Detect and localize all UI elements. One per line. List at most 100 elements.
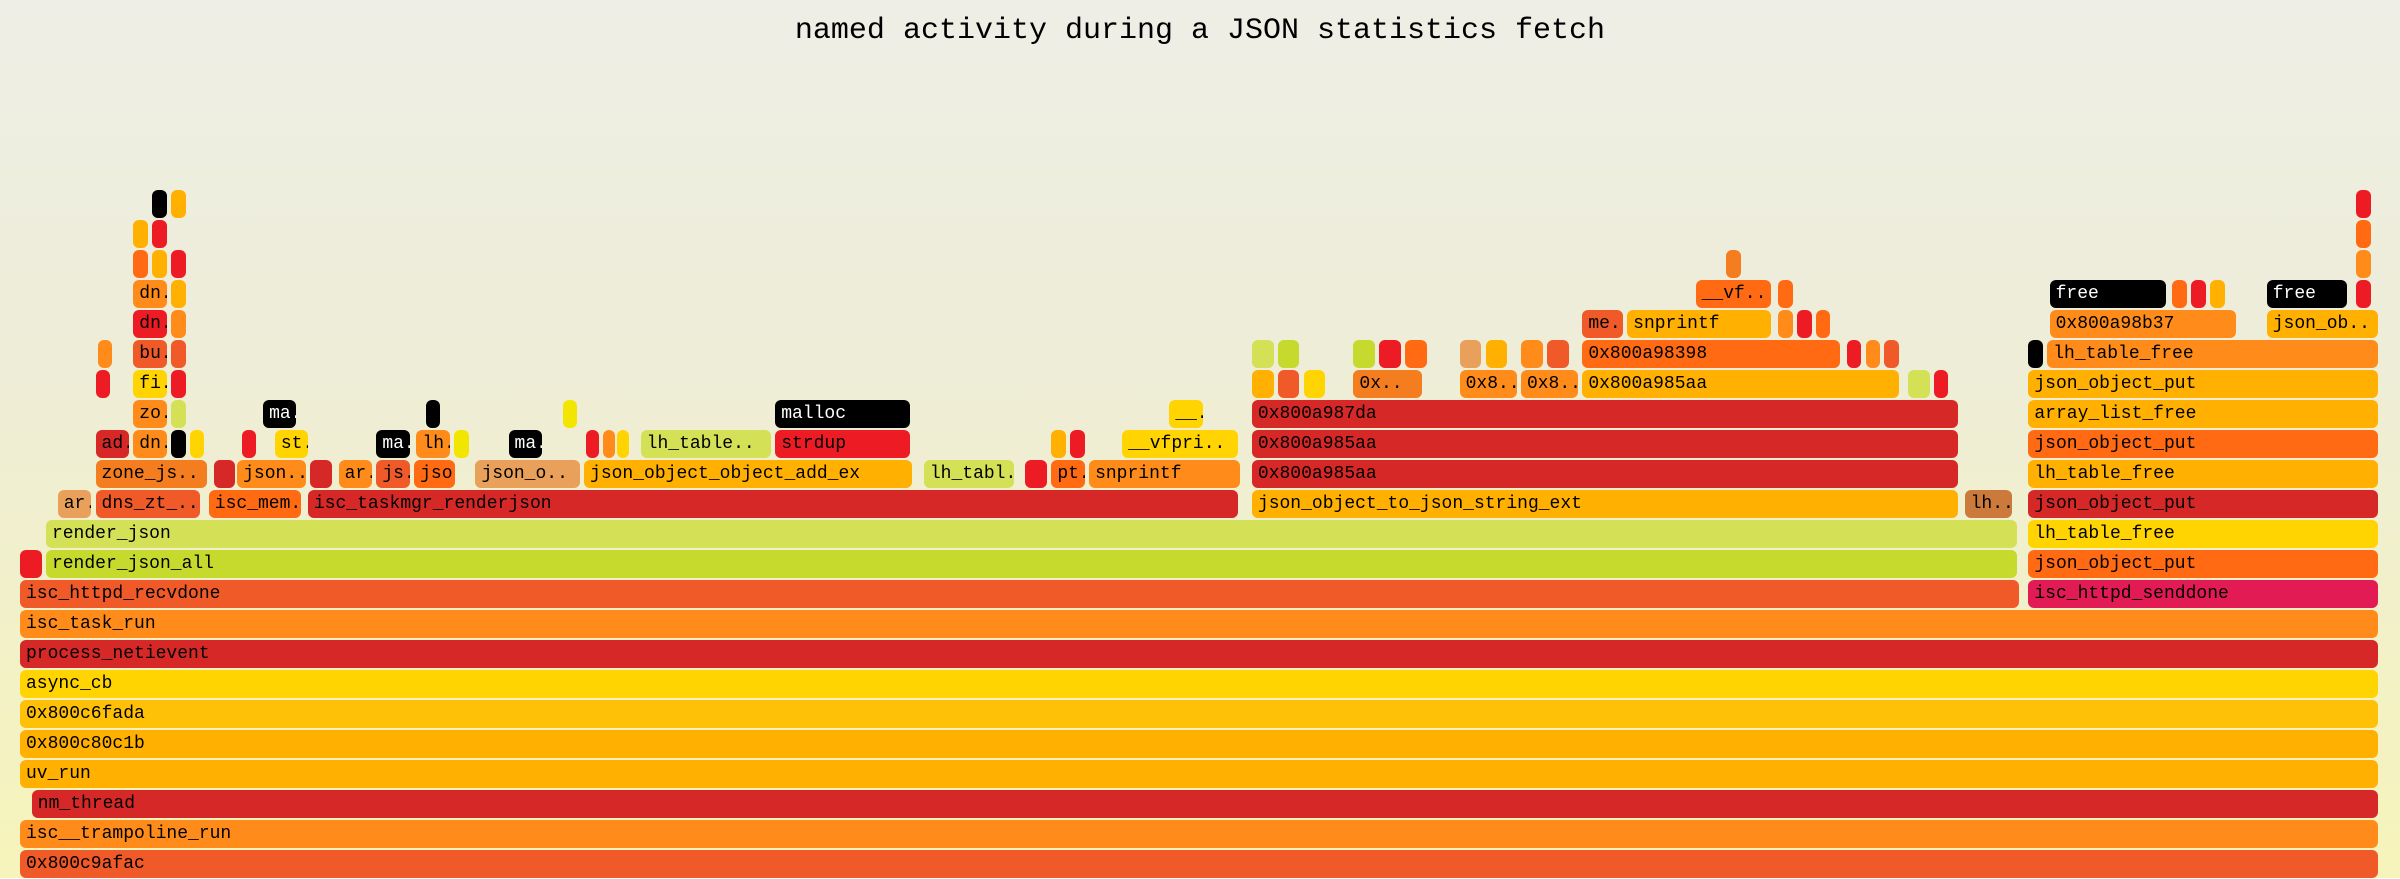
flame-frame[interactable] [2356,250,2371,278]
flame-frame[interactable] [1304,370,1326,398]
flame-frame[interactable] [96,370,111,398]
flame-frame[interactable] [1379,340,1401,368]
flame-frame[interactable]: nm_thread [32,790,2378,818]
flame-frame[interactable] [1278,370,1300,398]
flame-frame[interactable] [1460,340,1482,368]
flame-frame[interactable]: isc_task_run [20,610,2378,638]
flame-frame[interactable] [1797,310,1812,338]
flame-frame[interactable] [2356,220,2371,248]
flame-frame[interactable]: json.. [237,460,306,488]
flame-frame[interactable] [171,430,186,458]
flame-frame[interactable]: isc__trampoline_run [20,820,2378,848]
flame-frame[interactable]: lh_table_free [2028,520,2378,548]
flame-frame[interactable] [171,280,186,308]
flame-frame[interactable] [171,190,186,218]
flame-frame[interactable]: jso.. [414,460,454,488]
flame-frame[interactable] [1884,340,1899,368]
flame-frame[interactable]: st.. [275,430,308,458]
flame-frame[interactable] [2356,190,2371,218]
flame-frame[interactable]: 0x800c9afac [20,850,2378,878]
flame-frame[interactable] [1252,370,1274,398]
flame-frame[interactable]: 0x800c6fada [20,700,2378,728]
flame-frame[interactable] [1778,310,1793,338]
flame-frame[interactable]: me.. [1582,310,1622,338]
flame-frame[interactable] [133,220,148,248]
flame-frame[interactable] [214,460,236,488]
flame-frame[interactable] [133,250,148,278]
flame-frame[interactable]: pt.. [1051,460,1084,488]
flame-frame[interactable]: render_json_all [46,550,2017,578]
flame-frame[interactable]: ad.. [96,430,129,458]
flame-frame[interactable] [1025,460,1047,488]
flame-frame[interactable] [1847,340,1862,368]
flame-frame[interactable]: isc_taskmgr_renderjson [308,490,1238,518]
flame-frame[interactable] [2210,280,2225,308]
flame-frame[interactable]: dns_zt_.. [96,490,200,518]
flame-frame[interactable] [2028,340,2043,368]
flame-frame[interactable]: dn.. [133,310,166,338]
flame-frame[interactable]: dn.. [133,280,166,308]
flame-frame[interactable] [603,430,615,458]
flame-frame[interactable] [2191,280,2206,308]
flame-frame[interactable]: zone_js.. [96,460,207,488]
flame-frame[interactable] [98,340,113,368]
flame-frame[interactable]: 0x8.. [1521,370,1578,398]
flame-frame[interactable] [1547,340,1569,368]
flame-frame[interactable] [1051,430,1066,458]
flame-frame[interactable]: snprintf [1089,460,1240,488]
flame-frame[interactable]: 0x800a985aa [1252,460,1958,488]
flame-frame[interactable] [1908,370,1930,398]
flame-frame[interactable]: 0x800a98398 [1582,340,1840,368]
flame-frame[interactable]: ar.. [339,460,372,488]
flame-frame[interactable]: 0x.. [1353,370,1422,398]
flame-frame[interactable]: async_cb [20,670,2378,698]
flame-frame[interactable]: lh_table_free [2047,340,2378,368]
flame-frame[interactable]: snprintf [1627,310,1771,338]
flame-frame[interactable]: __.. [1169,400,1202,428]
flame-frame[interactable]: json_object_to_json_string_ext [1252,490,1958,518]
flame-frame[interactable] [190,430,205,458]
flame-frame[interactable]: isc_httpd_senddone [2028,580,2378,608]
flame-frame[interactable] [426,400,441,428]
flame-frame[interactable]: strdup [775,430,910,458]
flame-frame[interactable] [171,250,186,278]
flame-frame[interactable] [1070,430,1085,458]
flame-frame[interactable]: json_object_put [2028,430,2378,458]
flame-frame[interactable] [1816,310,1831,338]
flame-frame[interactable]: ma.. [509,430,542,458]
flame-frame[interactable] [152,190,167,218]
flame-frame[interactable] [1934,370,1949,398]
flame-frame[interactable] [171,370,186,398]
flame-frame[interactable]: free [2267,280,2348,308]
flame-frame[interactable]: 0x800a985aa [1582,370,1899,398]
flame-frame[interactable] [2172,280,2187,308]
flame-frame[interactable] [1278,340,1300,368]
flame-frame[interactable] [2356,280,2371,308]
flame-frame[interactable]: dn.. [133,430,166,458]
flame-frame[interactable] [617,430,629,458]
flame-frame[interactable]: bu.. [133,340,166,368]
flame-frame[interactable] [171,340,186,368]
flame-frame[interactable] [586,430,598,458]
flame-frame[interactable] [1726,250,1741,278]
flame-frame[interactable]: zo.. [133,400,166,428]
flame-frame[interactable] [454,430,469,458]
flame-frame[interactable]: malloc [775,400,910,428]
flame-frame[interactable]: 0x800a98b37 [2050,310,2237,338]
flame-frame[interactable]: free [2050,280,2166,308]
flame-frame[interactable] [152,250,167,278]
flame-frame[interactable] [1486,340,1508,368]
flame-frame[interactable] [152,220,167,248]
flame-frame[interactable]: json_o.. [475,460,579,488]
flame-frame[interactable] [20,550,42,578]
flame-frame[interactable]: js.. [376,460,409,488]
flame-frame[interactable]: ma.. [263,400,296,428]
flame-frame[interactable]: isc_httpd_recvdone [20,580,2019,608]
flame-frame[interactable]: isc_mem.. [209,490,301,518]
flame-frame[interactable]: json_object_object_add_ex [584,460,912,488]
flame-frame[interactable]: render_json [46,520,2017,548]
flame-frame[interactable]: __vfpri.. [1122,430,1238,458]
flame-frame[interactable]: json_ob.. [2267,310,2378,338]
flame-frame[interactable]: json_object_put [2028,490,2378,518]
flame-frame[interactable]: array_list_free [2028,400,2378,428]
